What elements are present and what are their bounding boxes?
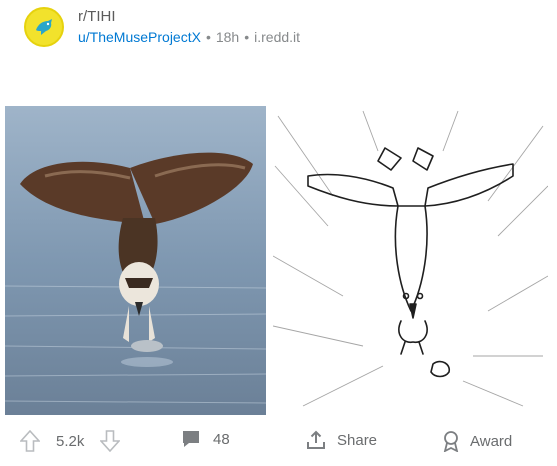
post-byline: u/TheMuseProjectX • 18h • i.redd.it [78, 27, 300, 47]
share-button[interactable]: Share [306, 430, 377, 450]
comment-count: 48 [213, 430, 230, 448]
downvote-arrow-icon [100, 430, 121, 452]
award-label: Award [470, 432, 513, 450]
upvote-button[interactable] [20, 430, 40, 452]
post-age: 18h [215, 29, 240, 45]
share-label: Share [337, 431, 378, 449]
post-media[interactable] [5, 106, 548, 415]
subreddit-avatar-icon [36, 19, 52, 35]
award-button[interactable]: Award [442, 430, 512, 452]
vote-count: 5.2k [56, 432, 85, 450]
comments-button[interactable]: 48 [181, 430, 230, 448]
share-icon [307, 430, 325, 449]
post-header: r/TIHI u/TheMuseProjectX • 18h • i.redd.it [24, 4, 300, 50]
downvote-button[interactable] [100, 430, 121, 452]
action-bar: 5.2k 48 Share Award [0, 420, 557, 464]
comment-bubble-icon [183, 431, 199, 447]
subreddit-avatar[interactable] [24, 7, 64, 47]
byline-separator: • [244, 29, 250, 45]
vote-group: 5.2k [20, 430, 121, 452]
award-icon [443, 431, 459, 452]
osprey-sketch[interactable] [273, 106, 548, 415]
osprey-photo[interactable] [5, 106, 266, 415]
byline-separator: • [205, 29, 211, 45]
subreddit-name[interactable]: r/TIHI [78, 7, 300, 27]
upvote-arrow-icon [20, 430, 40, 452]
author-link[interactable]: u/TheMuseProjectX [78, 29, 201, 45]
post-domain[interactable]: i.redd.it [254, 29, 300, 45]
